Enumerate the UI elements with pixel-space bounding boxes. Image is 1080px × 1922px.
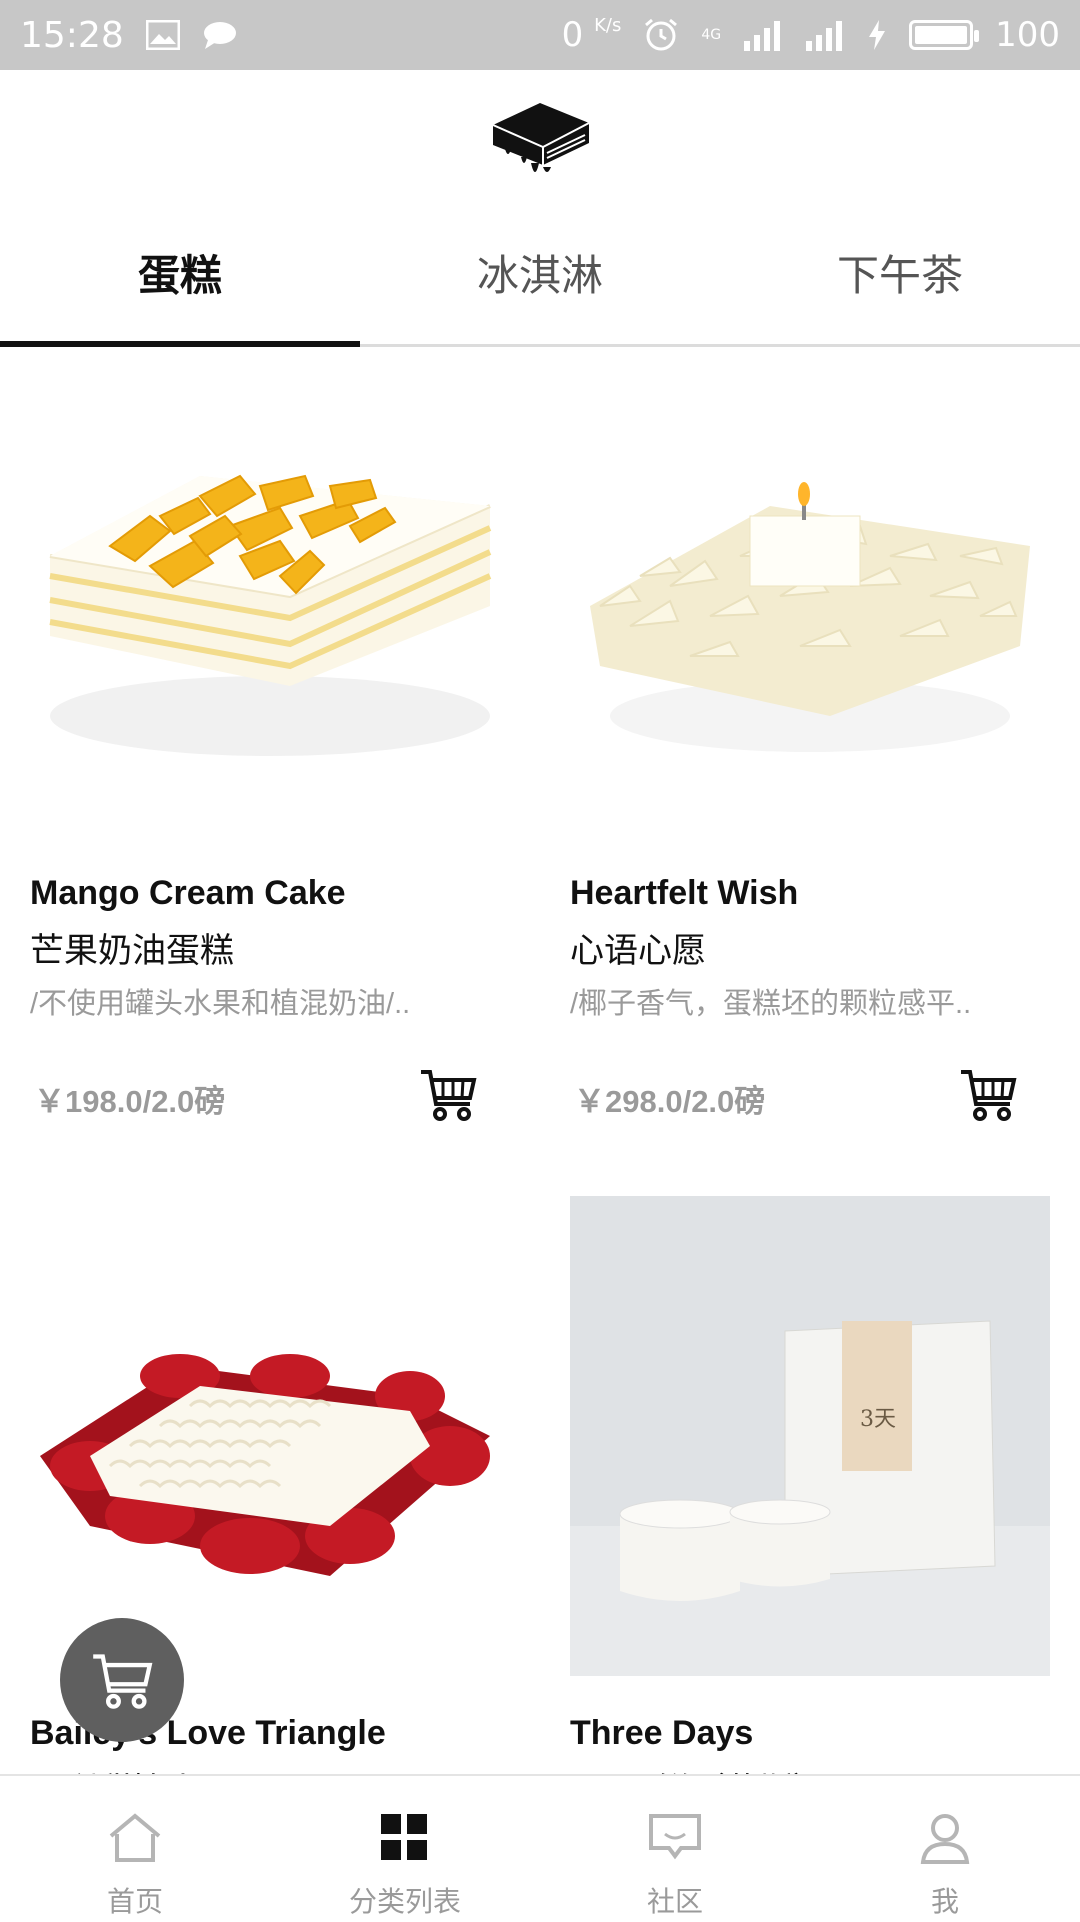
product-card[interactable]: Mango Cream Cake 芒果奶油蛋糕 /不使用罐头水果和植混奶油/..… [30,356,510,1134]
category-tabs: 蛋糕 冰淇淋 下午茶 [0,200,1080,347]
signal-icon-2 [806,21,843,51]
alarm-icon [645,18,678,51]
nav-community[interactable]: 社区 [540,1776,810,1922]
product-price: ￥198.0/2.0磅 [34,1084,226,1119]
tab-ice-cream[interactable]: 冰淇淋 [360,200,720,344]
nav-me[interactable]: 我 [810,1776,1080,1922]
network-type: 4G [701,27,722,43]
signal-icon-1 [744,21,781,51]
tab-cake[interactable]: 蛋糕 [0,200,360,347]
product-name-zh: 心语心愿 [570,932,706,970]
home-icon [109,1813,161,1862]
battery-icon [909,20,980,50]
product-name-zh: 芒果奶油蛋糕 [30,932,234,970]
nav-category-list[interactable]: 分类列表 [270,1776,540,1922]
battery-level: 100 [995,15,1060,55]
person-icon [920,1814,970,1864]
product-description: /椰子香气，蛋糕坯的颗粒感平.. [570,988,972,1020]
cake-logo-icon [492,103,590,172]
cart-icon [93,1654,153,1709]
svg-text:3天: 3天 [860,1407,896,1432]
charging-icon [869,20,886,50]
net-speed: 0 [561,15,584,55]
gallery-notification-icon [145,20,180,50]
nav-label: 我 [930,1886,959,1917]
nav-label: 分类列表 [348,1886,461,1917]
bottom-navigation: 首页 分类列表 社区 我 [0,1774,1080,1922]
nav-label: 首页 [106,1886,163,1917]
product-grid: Mango Cream Cake 芒果奶油蛋糕 /不使用罐头水果和植混奶油/..… [0,344,1080,1774]
grid-icon [381,1814,427,1860]
message-notification-icon [203,22,236,49]
chat-icon [649,1814,701,1860]
product-name-en: Three Days [570,1714,754,1752]
product-name-zh: 百利甜情人 [30,1763,510,1774]
product-name-zh: 3天吕饼（慕斯） [570,1763,1050,1774]
product-image-mango-cake[interactable] [30,356,510,836]
status-bar: 15:28 0 K/s 4G 100 [0,0,1080,70]
product-image-heartfelt-wish[interactable] [570,356,1050,836]
product-description: /不使用罐头水果和植混奶油/.. [30,988,411,1020]
add-to-cart-icon[interactable] [958,1064,1018,1124]
product-name-en: Heartfelt Wish [570,874,799,912]
product-name-en: Mango Cream Cake [30,874,346,912]
floating-cart-button[interactable] [60,1618,184,1742]
add-to-cart-icon[interactable] [418,1064,478,1124]
nav-home[interactable]: 首页 [0,1776,270,1922]
nav-label: 社区 [646,1886,703,1917]
app-header [0,70,1080,200]
product-price: ￥298.0/2.0磅 [574,1084,766,1119]
tab-afternoon-tea[interactable]: 下午茶 [720,200,1080,344]
net-speed-unit: K/s [594,15,622,36]
product-image-baileys-love-triangle[interactable] [30,1196,510,1676]
product-card[interactable]: Heartfelt Wish 心语心愿 /椰子香气，蛋糕坯的颗粒感平.. ￥29… [570,356,1050,1134]
product-card[interactable]: 3天 Three Days 3天吕饼（慕斯） [570,1196,1050,1774]
status-time: 15:28 [20,14,124,56]
product-image-three-days[interactable]: 3天 [570,1196,1050,1676]
